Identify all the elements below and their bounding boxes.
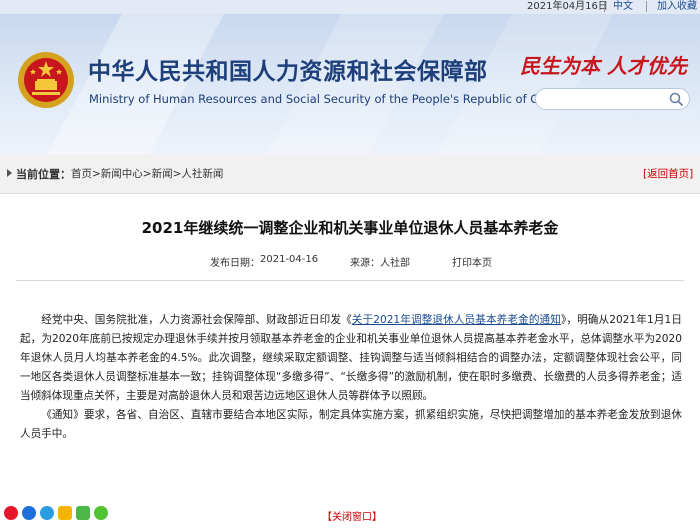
site-name-english: Ministry of Human Resources and Social S… (89, 92, 564, 106)
language-link-chinese[interactable]: 中文 (613, 0, 633, 13)
breadcrumb-path[interactable]: 首页>新闻中心>新闻>人社新闻 (71, 166, 223, 181)
wechat-icon[interactable] (76, 506, 90, 520)
breadcrumb: 当前位置： 首页>新闻中心>新闻>人社新闻 [返回首页] (0, 154, 700, 194)
source-label: 来源： (350, 258, 380, 269)
wechat-icon[interactable] (94, 506, 108, 520)
close-window-button[interactable]: 【关闭窗口】 (322, 508, 382, 523)
paragraph-text: 》，明确从2021年1月1日起，为2020年底前已按规定办理退休手续并按月领取基… (20, 314, 683, 402)
qzone-icon[interactable] (58, 506, 72, 520)
search-input[interactable] (535, 88, 690, 110)
publish-date-label: 发布日期： (210, 258, 260, 269)
breadcrumb-label: 当前位置： (16, 168, 71, 181)
tencent-weibo-icon[interactable] (40, 506, 54, 520)
divider (646, 1, 647, 12)
publish-date: 2021-04-16 (260, 254, 319, 265)
search-icon[interactable] (668, 91, 684, 107)
divider (604, 1, 605, 12)
site-slogan: 民生为本 人才优先 (520, 54, 687, 78)
article-body: 经党中央、国务院批准，人力资源社会保障部、财政部近日印发《关于2021年调整退休… (20, 311, 682, 444)
top-utility-bar: 2021年04月16日 中文 加入收藏 (0, 0, 700, 14)
print-page-link[interactable]: 打印本页 (452, 254, 492, 269)
source-value: 人社部 (380, 258, 410, 269)
article-title: 2021年继续统一调整企业和机关事业单位退休人员基本养老金 (141, 219, 559, 237)
article-paragraph: 《通知》要求，各省、自治区、直辖市要结合本地区实际，制定具体实施方案，抓紧组织实… (20, 409, 682, 440)
add-favorite-link[interactable]: 加入收藏 (657, 0, 697, 13)
article-paragraph: 经党中央、国务院批准，人力资源社会保障部、财政部近日印发《关于2021年调整退休… (20, 311, 682, 406)
national-emblem-icon (18, 52, 74, 108)
site-name-chinese[interactable]: 中华人民共和国人力资源和社会保障部 (88, 52, 488, 86)
divider (16, 280, 684, 281)
renren-icon[interactable] (22, 506, 36, 520)
notice-link[interactable]: 关于2021年调整退休人员基本养老金的通知 (352, 314, 561, 326)
weibo-icon[interactable] (4, 506, 18, 520)
play-arrow-icon (7, 169, 12, 177)
back-to-home-link[interactable]: [返回首页] (643, 166, 693, 181)
current-date: 2021年04月16日 (527, 1, 608, 12)
paragraph-text: 经党中央、国务院批准，人力资源社会保障部、财政部近日印发《 (41, 314, 352, 326)
